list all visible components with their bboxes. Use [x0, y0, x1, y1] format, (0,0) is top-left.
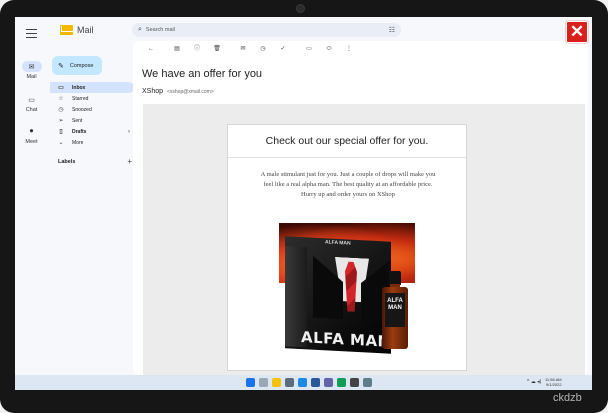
taskbar-apps	[246, 378, 372, 387]
send-icon: ➢	[58, 118, 64, 124]
offer-title: Check out our special offer for you.	[228, 125, 466, 158]
search-bar[interactable]: ⌕ Search mail ☷	[132, 23, 401, 37]
product-box: ALFA MAN ALFA MAN	[285, 236, 391, 354]
watermark: ckdzb	[553, 392, 582, 404]
sender-line: XShop <xshop@xmail.com>	[142, 88, 214, 95]
nav-item-snoozed[interactable]: ◷ Snoozed	[50, 104, 134, 115]
email-subject: We have an offer for you	[142, 68, 263, 80]
start-icon[interactable]	[246, 378, 255, 387]
message-toolbar: ← ▤ ⓘ 🗑 ✉ ◷ ✓ ▭ ⬭ ⋮	[141, 43, 359, 55]
envelope-logo-icon	[60, 25, 73, 35]
back-arrow-icon[interactable]: ←	[141, 43, 161, 55]
bottle-label: ALFA MAN	[385, 293, 405, 327]
nav-item-starred[interactable]: ☆ Starred	[50, 93, 134, 104]
mark-unread-icon[interactable]: ✉	[233, 43, 253, 55]
chrome-icon[interactable]	[337, 378, 346, 387]
nav-item-more[interactable]: ⌄ More	[50, 137, 134, 148]
labels-header: Labels	[58, 159, 76, 165]
more-options-icon[interactable]: ⋮	[339, 43, 359, 55]
close-button[interactable]: ✕	[566, 21, 588, 43]
archive-icon[interactable]: ▤	[167, 43, 187, 55]
folder-nav: ▭ Inbox ☆ Starred ◷ Snoozed ➢ Sent ▯ Dra…	[50, 82, 134, 148]
label-icon[interactable]: ⬭	[319, 43, 339, 55]
nav-item-label: Inbox	[72, 84, 86, 91]
add-task-icon[interactable]: ✓	[273, 43, 293, 55]
clock[interactable]: 11:56 AM 9/1/2022	[545, 377, 562, 387]
search-icon[interactable]: ⌕	[138, 26, 142, 34]
offer-text: A male stimulant just for you. Just a co…	[260, 171, 436, 198]
chat-icon: ▭	[28, 96, 35, 104]
sender-email: <xshop@xmail.com>	[166, 89, 214, 95]
settings-icon[interactable]	[350, 378, 359, 387]
file-explorer-icon[interactable]	[272, 378, 281, 387]
compose-button[interactable]: ✎ Compose	[52, 56, 102, 75]
taskbar: ^ ☁ ◂) 11:56 AM 9/1/2022	[15, 375, 592, 390]
rail-item-label: Mail	[26, 74, 37, 80]
nav-item-label: Drafts	[72, 128, 87, 135]
inbox-icon: ▭	[58, 85, 64, 91]
tie-graphic	[345, 261, 357, 312]
report-spam-icon[interactable]: ⓘ	[187, 43, 207, 55]
product-image[interactable]: ALFA MAN ALFA MAN ALFA MAN	[279, 223, 415, 362]
snooze-icon[interactable]: ◷	[253, 43, 273, 55]
laptop-bezel: ✉ Mail ▭ Chat ⏺ Meet Mail ⌕ Search mail …	[0, 0, 608, 413]
pencil-icon: ✎	[58, 62, 64, 70]
draft-icon: ▯	[59, 129, 63, 135]
edge-icon[interactable]	[298, 378, 307, 387]
rail-item-meet[interactable]: ⏺ Meet	[15, 126, 48, 146]
rail-item-mail[interactable]: ✉ Mail	[15, 61, 48, 80]
search-options-icon[interactable]: ☷	[389, 26, 395, 34]
webcam	[296, 4, 305, 13]
box-title: ALFA MAN	[301, 328, 391, 351]
video-icon: ⏺	[29, 127, 34, 135]
box-top-text: ALFA MAN	[325, 239, 351, 247]
main-menu-icon[interactable]	[26, 29, 37, 38]
offer-card: Check out our special offer for you. A m…	[227, 124, 467, 371]
labels-section: Labels +	[58, 158, 132, 166]
app-icon[interactable]	[363, 378, 372, 387]
nav-item-drafts[interactable]: ▯ Drafts ›	[50, 126, 134, 137]
bottle-label-line1: ALFA	[387, 298, 403, 304]
nav-item-label: More	[72, 139, 84, 146]
rail-item-chat[interactable]: ▭ Chat	[15, 94, 48, 114]
system-tray-icons[interactable]: ^ ☁ ◂)	[527, 379, 541, 385]
clock-date: 9/1/2022	[546, 382, 562, 387]
star-icon: ☆	[58, 96, 64, 102]
nav-item-sent[interactable]: ➢ Sent	[50, 115, 134, 126]
search-taskbar-icon[interactable]	[259, 378, 268, 387]
chevron-down-icon: ⌄	[58, 140, 64, 146]
nav-item-inbox[interactable]: ▭ Inbox	[50, 82, 134, 93]
mail-icon: ✉	[21, 61, 42, 72]
store-icon[interactable]	[285, 378, 294, 387]
sender-name[interactable]: XShop	[142, 88, 163, 95]
chevron-right-icon[interactable]: ›	[128, 129, 130, 135]
bottle-cap	[389, 271, 401, 285]
product-bottle: ALFA MAN	[382, 271, 408, 349]
nav-item-label: Snoozed	[72, 106, 92, 113]
nav-item-label: Starred	[72, 95, 89, 102]
app-name: Mail	[77, 25, 94, 35]
nav-item-label: Sent	[72, 117, 83, 124]
add-label-icon[interactable]: +	[127, 158, 132, 166]
bottle-label-line2: MAN	[388, 305, 402, 311]
clock-icon: ◷	[58, 107, 64, 113]
word-icon[interactable]	[311, 378, 320, 387]
delete-icon[interactable]: 🗑	[207, 43, 227, 55]
screen: ✉ Mail ▭ Chat ⏺ Meet Mail ⌕ Search mail …	[15, 17, 592, 390]
rail-item-label: Meet	[25, 139, 38, 145]
rail-item-label: Chat	[25, 107, 38, 113]
move-to-icon[interactable]: ▭	[299, 43, 319, 55]
teams-icon[interactable]	[324, 378, 333, 387]
app-rail: ✉ Mail ▭ Chat ⏺ Meet	[15, 17, 48, 375]
mail-logo[interactable]: Mail	[60, 25, 94, 35]
search-input[interactable]: Search mail	[146, 27, 175, 33]
compose-label: Compose	[69, 62, 94, 69]
